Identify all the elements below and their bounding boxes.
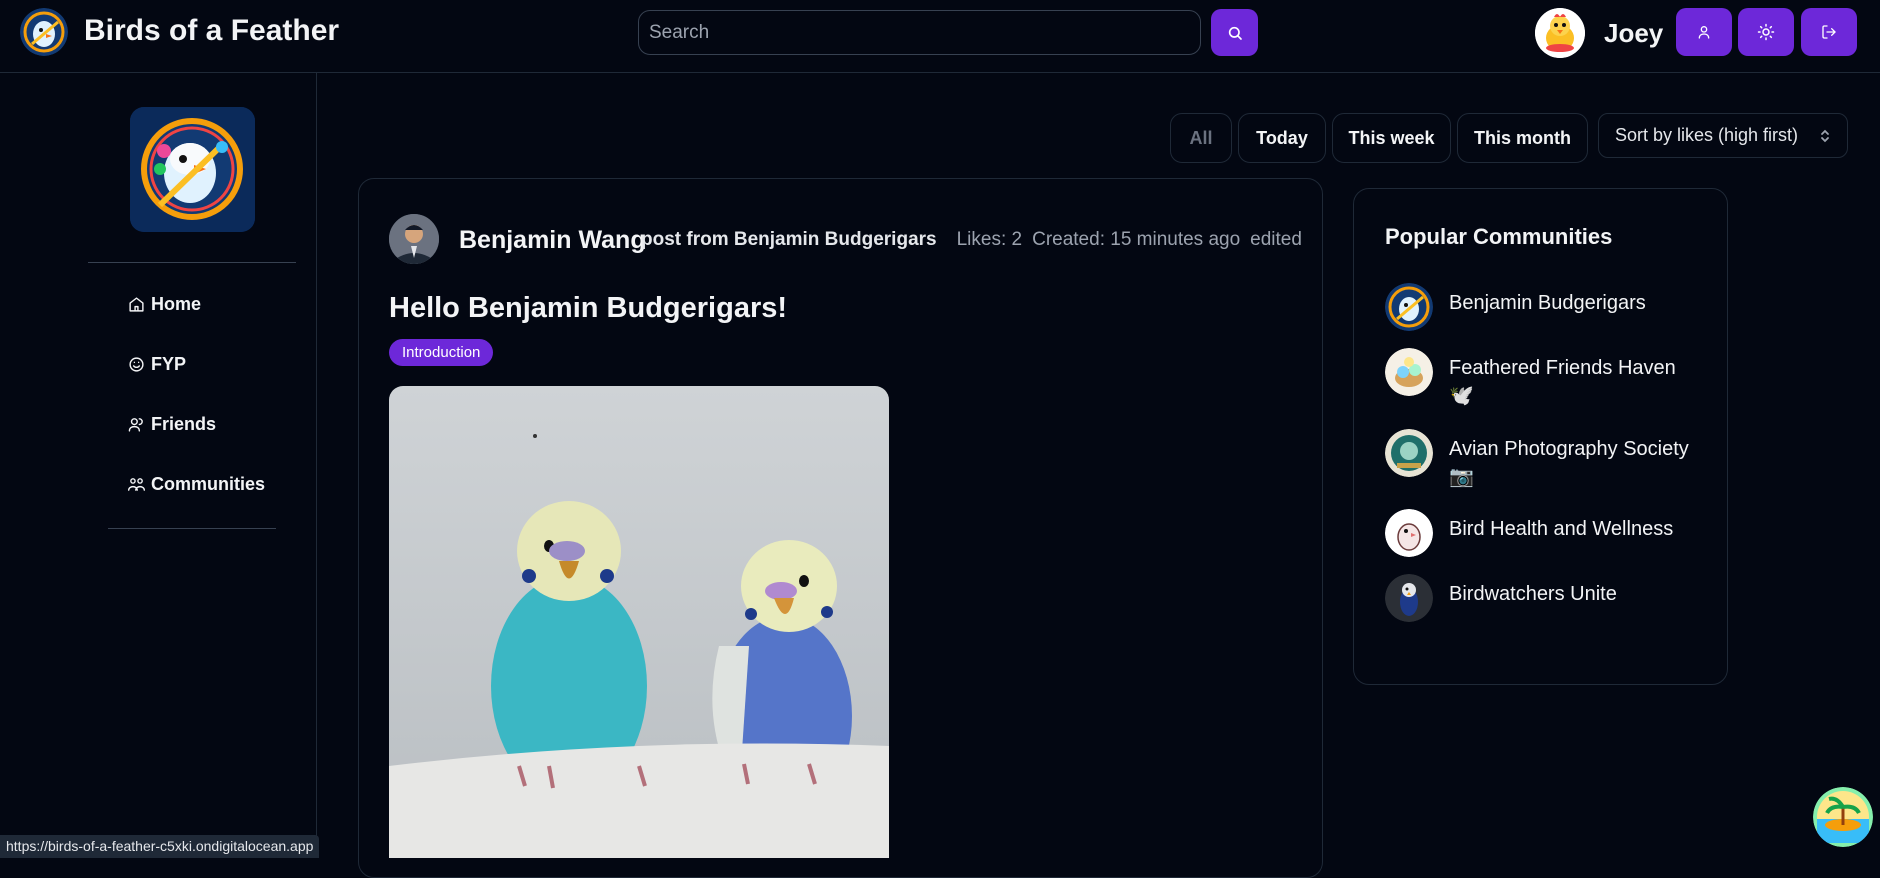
post-image[interactable] [389, 386, 889, 858]
filter-week-button[interactable]: This week [1332, 113, 1451, 163]
users-icon [128, 478, 145, 491]
status-bar-url: https://birds-of-a-feather-c5xki.ondigit… [0, 835, 320, 858]
community-item[interactable]: Avian Photography Society 📷 [1385, 429, 1699, 491]
logout-icon [1822, 25, 1836, 39]
brand-title[interactable]: Birds of a Feather [84, 14, 339, 48]
community-item[interactable]: Bird Health and Wellness [1385, 509, 1673, 557]
community-avatar [1385, 283, 1433, 331]
sidebar-item-label: Home [151, 294, 202, 314]
post-tag[interactable]: Introduction [389, 339, 494, 366]
sort-select[interactable]: Sort by likes (high first) [1598, 113, 1848, 158]
sidebar-logo[interactable] [130, 107, 255, 232]
community-item[interactable]: Benjamin Budgerigars [1385, 283, 1646, 331]
smile-icon [129, 357, 144, 372]
sidebar-item-label: Communities [151, 474, 266, 494]
filter-all-button[interactable]: All [1170, 113, 1232, 163]
community-name: Birdwatchers Unite [1449, 583, 1617, 605]
logout-button[interactable] [1801, 8, 1857, 56]
community-name: Benjamin Budgerigars [1449, 292, 1646, 314]
chevron-updown-icon [1821, 129, 1829, 142]
search-button[interactable] [1211, 9, 1258, 56]
app-logo[interactable] [20, 8, 68, 56]
theme-toggle-button[interactable] [1738, 8, 1794, 56]
floating-assistant-button[interactable] [1813, 787, 1873, 847]
post-meta: post from Benjamin Budgerigars Likes: 2 Cr… [641, 229, 1302, 251]
sun-icon [1757, 23, 1775, 41]
sidebar-separator [88, 262, 296, 263]
user-icon [128, 418, 143, 432]
user-avatar[interactable] [1535, 8, 1585, 58]
sidebar-item-communities[interactable]: Communities [128, 474, 265, 495]
sidebar-item-label: Friends [151, 414, 217, 434]
community-name: Avian Photography Society 📷 [1449, 438, 1689, 488]
sidebar-separator [108, 528, 276, 529]
sidebar-divider [316, 73, 317, 858]
community-avatar [1385, 348, 1433, 396]
search-icon [1228, 26, 1242, 40]
top-navbar: Birds of a Feather Joey [0, 0, 1880, 73]
community-item[interactable]: Birdwatchers Unite [1385, 574, 1617, 622]
home-icon [129, 297, 144, 312]
community-avatar [1385, 574, 1433, 622]
community-item[interactable]: Feathered Friends Haven 🕊️ [1385, 348, 1699, 410]
sidebar-item-friends[interactable]: Friends [128, 414, 216, 435]
post-edited-badge: edited [1250, 229, 1302, 250]
sidebar-item-label: FYP [151, 354, 187, 374]
username-label: Joey [1604, 18, 1664, 48]
sidebar-item-fyp[interactable]: FYP [128, 354, 186, 375]
post-author-avatar[interactable] [389, 214, 439, 264]
user-icon [1698, 26, 1710, 39]
filter-today-button[interactable]: Today [1238, 113, 1326, 163]
community-avatar [1385, 509, 1433, 557]
post-created: Created: 15 minutes ago [1032, 229, 1241, 250]
profile-button[interactable] [1676, 8, 1732, 56]
sort-select-value: Sort by likes (high first) [1615, 125, 1799, 145]
post-community-link[interactable]: post from Benjamin Budgerigars [641, 229, 937, 250]
community-name: Feathered Friends Haven 🕊️ [1449, 357, 1676, 407]
sidebar-item-home[interactable]: Home [128, 294, 201, 315]
post-likes: Likes: 2 [956, 229, 1023, 250]
search-input[interactable] [638, 10, 1201, 55]
post-title[interactable]: Hello Benjamin Budgerigars! [389, 292, 787, 325]
filter-month-button[interactable]: This month [1457, 113, 1588, 163]
community-avatar [1385, 429, 1433, 477]
community-name: Bird Health and Wellness [1449, 518, 1674, 540]
post-author-name[interactable]: Benjamin Wang [459, 226, 646, 255]
popular-communities-title: Popular Communities [1385, 224, 1613, 249]
